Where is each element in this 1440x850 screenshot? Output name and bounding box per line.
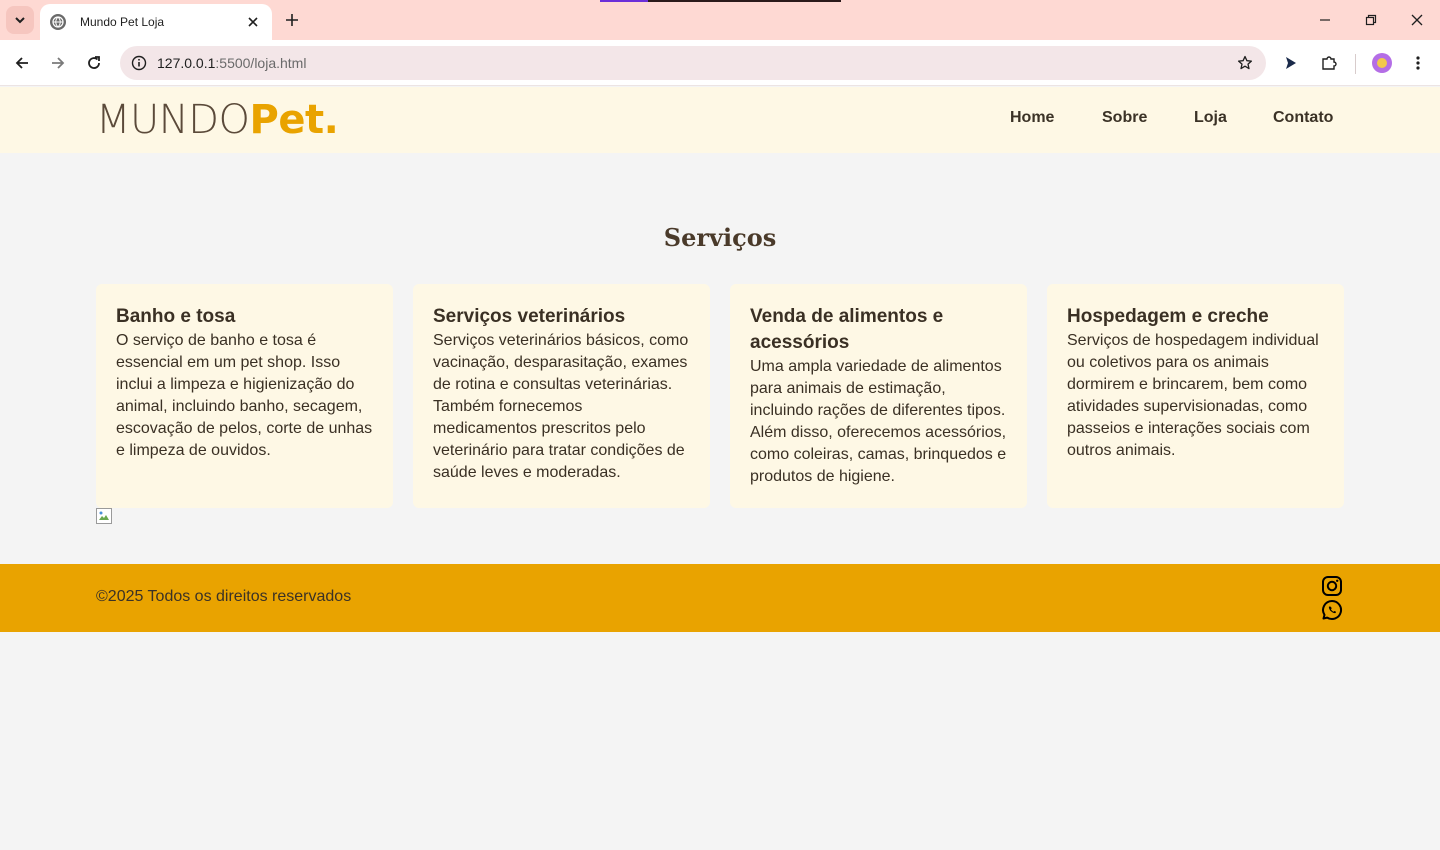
browser-menu-button[interactable] bbox=[1406, 51, 1430, 75]
close-window-button[interactable] bbox=[1405, 8, 1429, 32]
plus-icon bbox=[286, 14, 298, 26]
service-card-veterinarios: Serviços veterinários Serviços veterinár… bbox=[413, 284, 710, 508]
site-header: MUNDOPet. Home Sobre Loja Contato bbox=[0, 87, 1440, 153]
instagram-icon[interactable] bbox=[1320, 574, 1344, 598]
service-card-text: O serviço de banho e tosa é essencial em… bbox=[116, 332, 373, 459]
address-bar[interactable]: 127.0.0.1:5500/loja.html bbox=[120, 46, 1266, 80]
back-button[interactable] bbox=[10, 51, 34, 75]
site-info-icon[interactable] bbox=[130, 54, 148, 72]
minimize-button[interactable] bbox=[1313, 8, 1337, 32]
nav-loja[interactable]: Loja bbox=[1194, 109, 1227, 127]
nav-contato[interactable]: Contato bbox=[1273, 109, 1333, 127]
browser-tab[interactable]: Mundo Pet Loja bbox=[40, 4, 272, 40]
copyright-text: ©2025 Todos os direitos reservados bbox=[96, 588, 352, 605]
url-text: 127.0.0.1:5500/loja.html bbox=[157, 55, 306, 71]
logo-text-mundo: MUNDO bbox=[96, 97, 250, 143]
service-card-banho: Banho e tosa O serviço de banho e tosa é… bbox=[96, 284, 393, 508]
service-card-text: Uma ampla variedade de alimentos para an… bbox=[750, 358, 1007, 485]
url-host: 127.0.0.1 bbox=[157, 55, 216, 71]
logo-text-pet: Pet. bbox=[249, 97, 339, 143]
restore-icon bbox=[1365, 14, 1377, 26]
reload-button[interactable] bbox=[82, 51, 106, 75]
arrow-left-icon bbox=[15, 57, 28, 69]
close-icon bbox=[1411, 14, 1423, 26]
broken-image-icon bbox=[96, 508, 112, 524]
nav-sobre[interactable]: Sobre bbox=[1102, 109, 1147, 127]
whatsapp-icon[interactable] bbox=[1320, 598, 1344, 622]
service-card-title: Hospedagem e creche bbox=[1067, 306, 1269, 327]
service-card-title: Serviços veterinários bbox=[433, 306, 626, 327]
service-card-title: Banho e tosa bbox=[116, 306, 236, 327]
bookmark-star-icon[interactable] bbox=[1236, 54, 1254, 72]
extensions-button[interactable] bbox=[1317, 51, 1341, 75]
close-tab-icon[interactable] bbox=[244, 13, 262, 31]
reload-icon bbox=[88, 56, 100, 69]
service-card-alimentos: Venda de alimentos e acessórios Uma ampl… bbox=[730, 284, 1027, 508]
site-footer: ©2025 Todos os direitos reservados bbox=[0, 564, 1440, 632]
browser-tabstrip: Mundo Pet Loja bbox=[0, 0, 1440, 40]
send-tab-button[interactable] bbox=[1279, 51, 1303, 75]
loading-indicator bbox=[600, 0, 841, 2]
services-heading: Serviços bbox=[663, 223, 777, 252]
service-card-hospedagem: Hospedagem e creche Serviços de hospedag… bbox=[1047, 284, 1344, 508]
service-card-text: Serviços de hospedagem individual ou col… bbox=[1067, 332, 1319, 459]
toolbar-separator bbox=[1355, 54, 1356, 74]
puzzle-icon bbox=[1322, 56, 1337, 70]
chevron-down-icon bbox=[15, 17, 25, 24]
service-card-text: Serviços veterinários básicos, como vaci… bbox=[433, 332, 689, 481]
service-card-title: Venda de alimentos e acessórios bbox=[750, 306, 944, 353]
tab-search-button[interactable] bbox=[6, 6, 34, 34]
url-path: :5500/loja.html bbox=[215, 55, 307, 71]
nav-home[interactable]: Home bbox=[1010, 109, 1054, 127]
minimize-icon bbox=[1320, 19, 1330, 21]
arrow-right-icon bbox=[52, 57, 65, 69]
more-vert-icon bbox=[1416, 56, 1420, 70]
globe-icon bbox=[50, 14, 66, 30]
forward-button[interactable] bbox=[46, 51, 70, 75]
restore-button[interactable] bbox=[1359, 8, 1383, 32]
site-logo[interactable]: MUNDOPet. bbox=[96, 97, 339, 143]
tab-title: Mundo Pet Loja bbox=[80, 15, 165, 29]
new-tab-button[interactable] bbox=[282, 10, 302, 30]
avatar-icon bbox=[1377, 58, 1387, 68]
profile-avatar[interactable] bbox=[1372, 53, 1392, 73]
browser-toolbar: 127.0.0.1:5500/loja.html bbox=[0, 40, 1440, 86]
cursor-icon bbox=[1286, 57, 1296, 69]
